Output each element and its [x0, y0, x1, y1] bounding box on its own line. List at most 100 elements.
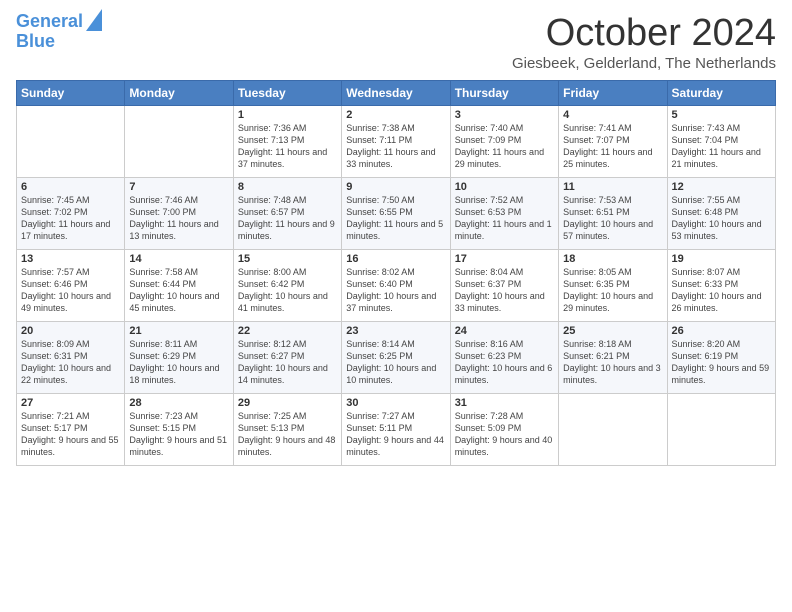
day-cell: 26Sunrise: 8:20 AM Sunset: 6:19 PM Dayli… [667, 322, 775, 394]
day-number: 25 [563, 325, 662, 337]
day-info: Sunrise: 7:36 AM Sunset: 7:13 PM Dayligh… [238, 122, 337, 171]
day-number: 3 [455, 109, 554, 121]
week-row-2: 6Sunrise: 7:45 AM Sunset: 7:02 PM Daylig… [17, 178, 776, 250]
day-number: 23 [346, 325, 445, 337]
logo-icon [86, 9, 102, 31]
day-info: Sunrise: 8:16 AM Sunset: 6:23 PM Dayligh… [455, 338, 554, 387]
header-cell-wednesday: Wednesday [342, 81, 450, 106]
day-cell: 1Sunrise: 7:36 AM Sunset: 7:13 PM Daylig… [233, 106, 341, 178]
day-number: 12 [672, 181, 771, 193]
day-info: Sunrise: 8:07 AM Sunset: 6:33 PM Dayligh… [672, 266, 771, 315]
day-cell [559, 394, 667, 466]
day-number: 2 [346, 109, 445, 121]
day-cell: 31Sunrise: 7:28 AM Sunset: 5:09 PM Dayli… [450, 394, 558, 466]
day-number: 15 [238, 253, 337, 265]
day-cell: 9Sunrise: 7:50 AM Sunset: 6:55 PM Daylig… [342, 178, 450, 250]
day-number: 18 [563, 253, 662, 265]
day-info: Sunrise: 8:00 AM Sunset: 6:42 PM Dayligh… [238, 266, 337, 315]
calendar-table: SundayMondayTuesdayWednesdayThursdayFrid… [16, 80, 776, 466]
day-cell: 18Sunrise: 8:05 AM Sunset: 6:35 PM Dayli… [559, 250, 667, 322]
header-cell-monday: Monday [125, 81, 233, 106]
day-cell: 13Sunrise: 7:57 AM Sunset: 6:46 PM Dayli… [17, 250, 125, 322]
day-info: Sunrise: 8:11 AM Sunset: 6:29 PM Dayligh… [129, 338, 228, 387]
week-row-5: 27Sunrise: 7:21 AM Sunset: 5:17 PM Dayli… [17, 394, 776, 466]
week-row-1: 1Sunrise: 7:36 AM Sunset: 7:13 PM Daylig… [17, 106, 776, 178]
day-cell: 23Sunrise: 8:14 AM Sunset: 6:25 PM Dayli… [342, 322, 450, 394]
day-info: Sunrise: 7:25 AM Sunset: 5:13 PM Dayligh… [238, 410, 337, 459]
day-number: 11 [563, 181, 662, 193]
day-cell: 5Sunrise: 7:43 AM Sunset: 7:04 PM Daylig… [667, 106, 775, 178]
day-info: Sunrise: 7:58 AM Sunset: 6:44 PM Dayligh… [129, 266, 228, 315]
day-cell [667, 394, 775, 466]
day-info: Sunrise: 7:40 AM Sunset: 7:09 PM Dayligh… [455, 122, 554, 171]
day-info: Sunrise: 7:46 AM Sunset: 7:00 PM Dayligh… [129, 194, 228, 243]
calendar-body: 1Sunrise: 7:36 AM Sunset: 7:13 PM Daylig… [17, 106, 776, 466]
day-cell: 27Sunrise: 7:21 AM Sunset: 5:17 PM Dayli… [17, 394, 125, 466]
day-cell: 8Sunrise: 7:48 AM Sunset: 6:57 PM Daylig… [233, 178, 341, 250]
day-info: Sunrise: 7:21 AM Sunset: 5:17 PM Dayligh… [21, 410, 120, 459]
day-cell: 10Sunrise: 7:52 AM Sunset: 6:53 PM Dayli… [450, 178, 558, 250]
day-info: Sunrise: 8:02 AM Sunset: 6:40 PM Dayligh… [346, 266, 445, 315]
week-row-3: 13Sunrise: 7:57 AM Sunset: 6:46 PM Dayli… [17, 250, 776, 322]
day-number: 27 [21, 397, 120, 409]
day-cell: 22Sunrise: 8:12 AM Sunset: 6:27 PM Dayli… [233, 322, 341, 394]
day-cell [125, 106, 233, 178]
location-subtitle: Giesbeek, Gelderland, The Netherlands [512, 55, 776, 72]
header-cell-saturday: Saturday [667, 81, 775, 106]
day-number: 31 [455, 397, 554, 409]
logo: General Blue [16, 12, 102, 52]
day-number: 22 [238, 325, 337, 337]
day-number: 29 [238, 397, 337, 409]
day-number: 9 [346, 181, 445, 193]
day-cell: 3Sunrise: 7:40 AM Sunset: 7:09 PM Daylig… [450, 106, 558, 178]
day-cell: 24Sunrise: 8:16 AM Sunset: 6:23 PM Dayli… [450, 322, 558, 394]
day-number: 19 [672, 253, 771, 265]
day-number: 16 [346, 253, 445, 265]
day-info: Sunrise: 8:14 AM Sunset: 6:25 PM Dayligh… [346, 338, 445, 387]
day-cell: 21Sunrise: 8:11 AM Sunset: 6:29 PM Dayli… [125, 322, 233, 394]
day-info: Sunrise: 7:45 AM Sunset: 7:02 PM Dayligh… [21, 194, 120, 243]
day-cell [17, 106, 125, 178]
day-number: 30 [346, 397, 445, 409]
day-info: Sunrise: 7:28 AM Sunset: 5:09 PM Dayligh… [455, 410, 554, 459]
day-cell: 30Sunrise: 7:27 AM Sunset: 5:11 PM Dayli… [342, 394, 450, 466]
day-number: 24 [455, 325, 554, 337]
day-number: 13 [21, 253, 120, 265]
day-cell: 29Sunrise: 7:25 AM Sunset: 5:13 PM Dayli… [233, 394, 341, 466]
title-block: October 2024 Giesbeek, Gelderland, The N… [512, 12, 776, 72]
day-info: Sunrise: 7:50 AM Sunset: 6:55 PM Dayligh… [346, 194, 445, 243]
day-info: Sunrise: 8:12 AM Sunset: 6:27 PM Dayligh… [238, 338, 337, 387]
day-cell: 19Sunrise: 8:07 AM Sunset: 6:33 PM Dayli… [667, 250, 775, 322]
header-cell-friday: Friday [559, 81, 667, 106]
day-cell: 4Sunrise: 7:41 AM Sunset: 7:07 PM Daylig… [559, 106, 667, 178]
day-info: Sunrise: 7:43 AM Sunset: 7:04 PM Dayligh… [672, 122, 771, 171]
day-info: Sunrise: 8:05 AM Sunset: 6:35 PM Dayligh… [563, 266, 662, 315]
day-info: Sunrise: 7:53 AM Sunset: 6:51 PM Dayligh… [563, 194, 662, 243]
day-cell: 16Sunrise: 8:02 AM Sunset: 6:40 PM Dayli… [342, 250, 450, 322]
header-cell-thursday: Thursday [450, 81, 558, 106]
day-number: 17 [455, 253, 554, 265]
day-info: Sunrise: 8:04 AM Sunset: 6:37 PM Dayligh… [455, 266, 554, 315]
header-row: SundayMondayTuesdayWednesdayThursdayFrid… [17, 81, 776, 106]
day-number: 7 [129, 181, 228, 193]
day-number: 21 [129, 325, 228, 337]
logo-text: General [16, 12, 83, 32]
day-number: 1 [238, 109, 337, 121]
week-row-4: 20Sunrise: 8:09 AM Sunset: 6:31 PM Dayli… [17, 322, 776, 394]
day-info: Sunrise: 7:38 AM Sunset: 7:11 PM Dayligh… [346, 122, 445, 171]
day-cell: 20Sunrise: 8:09 AM Sunset: 6:31 PM Dayli… [17, 322, 125, 394]
month-title: October 2024 [512, 12, 776, 55]
day-info: Sunrise: 8:18 AM Sunset: 6:21 PM Dayligh… [563, 338, 662, 387]
day-number: 5 [672, 109, 771, 121]
day-cell: 17Sunrise: 8:04 AM Sunset: 6:37 PM Dayli… [450, 250, 558, 322]
day-info: Sunrise: 7:41 AM Sunset: 7:07 PM Dayligh… [563, 122, 662, 171]
day-info: Sunrise: 7:52 AM Sunset: 6:53 PM Dayligh… [455, 194, 554, 243]
page: General Blue October 2024 Giesbeek, Geld… [0, 0, 792, 476]
day-cell: 25Sunrise: 8:18 AM Sunset: 6:21 PM Dayli… [559, 322, 667, 394]
day-cell: 11Sunrise: 7:53 AM Sunset: 6:51 PM Dayli… [559, 178, 667, 250]
day-cell: 15Sunrise: 8:00 AM Sunset: 6:42 PM Dayli… [233, 250, 341, 322]
header: General Blue October 2024 Giesbeek, Geld… [16, 12, 776, 72]
day-number: 4 [563, 109, 662, 121]
day-info: Sunrise: 7:23 AM Sunset: 5:15 PM Dayligh… [129, 410, 228, 459]
header-cell-tuesday: Tuesday [233, 81, 341, 106]
